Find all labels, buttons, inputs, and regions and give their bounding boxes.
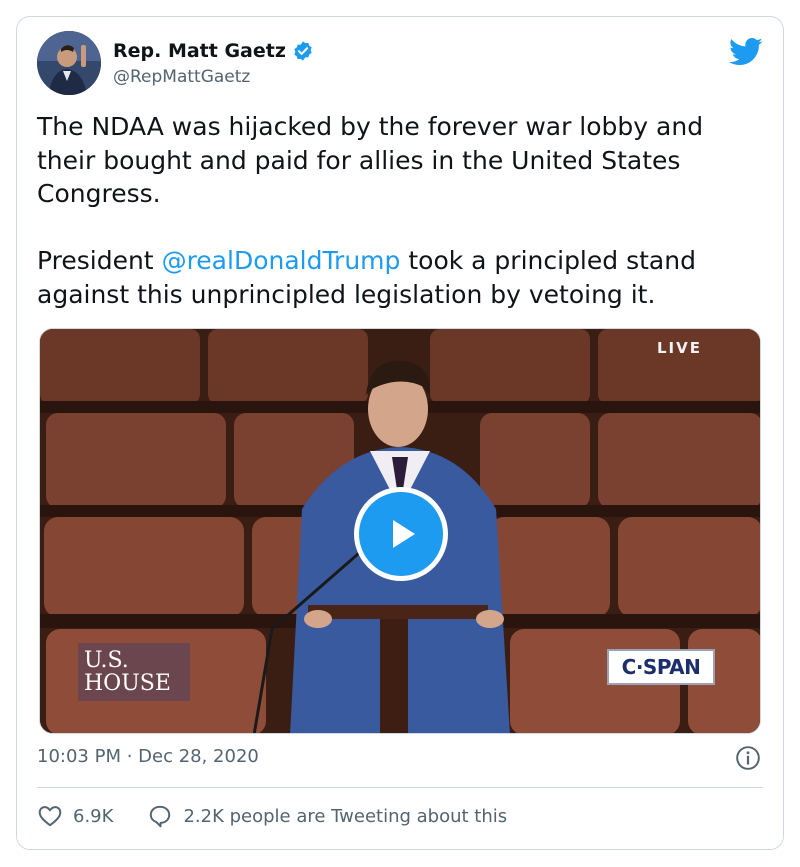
house-logo-line-1: U.S. — [84, 648, 129, 673]
tweet-paragraph-2-prefix: President — [37, 246, 162, 275]
tweet-paragraph-1: The NDAA was hijacked by the forever war… — [37, 112, 704, 208]
tweeting-about-label: 2.2K people are Tweeting about this — [183, 805, 508, 827]
divider — [37, 787, 763, 788]
info-icon[interactable] — [735, 745, 761, 771]
heart-icon — [38, 806, 62, 827]
like-button[interactable]: 6.9K — [37, 803, 113, 829]
tweet-actions: 6.9K 2.2K people are Tweeting about this — [37, 801, 507, 831]
verified-badge-icon — [294, 41, 312, 61]
tweet-text: The NDAA was hijacked by the forever war… — [37, 110, 767, 311]
tweet-paragraph-2: President @realDonaldTrump took a princi… — [37, 244, 767, 311]
cspan-logo: C·SPAN — [607, 649, 715, 685]
twitter-bird-icon[interactable] — [729, 37, 763, 67]
play-button[interactable] — [354, 487, 448, 581]
avatar-photo-icon — [37, 31, 101, 95]
tweeting-about-link[interactable]: 2.2K people are Tweeting about this — [147, 803, 507, 829]
house-logo-line-2: HOUSE — [84, 671, 171, 696]
tweet-card: Rep. Matt Gaetz @RepMattGaetz The NDAA w… — [16, 16, 784, 850]
author-name[interactable]: Rep. Matt Gaetz — [113, 39, 314, 63]
video-player[interactable]: LIVE U.S. HOUSE C·SPAN — [39, 328, 761, 734]
mention-link[interactable]: @realDonaldTrump — [162, 246, 401, 275]
avatar[interactable] — [37, 31, 101, 95]
play-icon — [393, 520, 415, 548]
live-label: LIVE — [657, 339, 702, 357]
tweet-timestamp[interactable]: 10:03 PM · Dec 28, 2020 — [37, 745, 259, 769]
like-count: 6.9K — [73, 805, 114, 827]
author-display-name: Rep. Matt Gaetz — [113, 40, 286, 62]
us-house-logo: U.S. HOUSE — [78, 643, 190, 701]
reply-bubble-icon — [150, 805, 171, 828]
author-handle[interactable]: @RepMattGaetz — [113, 66, 250, 88]
